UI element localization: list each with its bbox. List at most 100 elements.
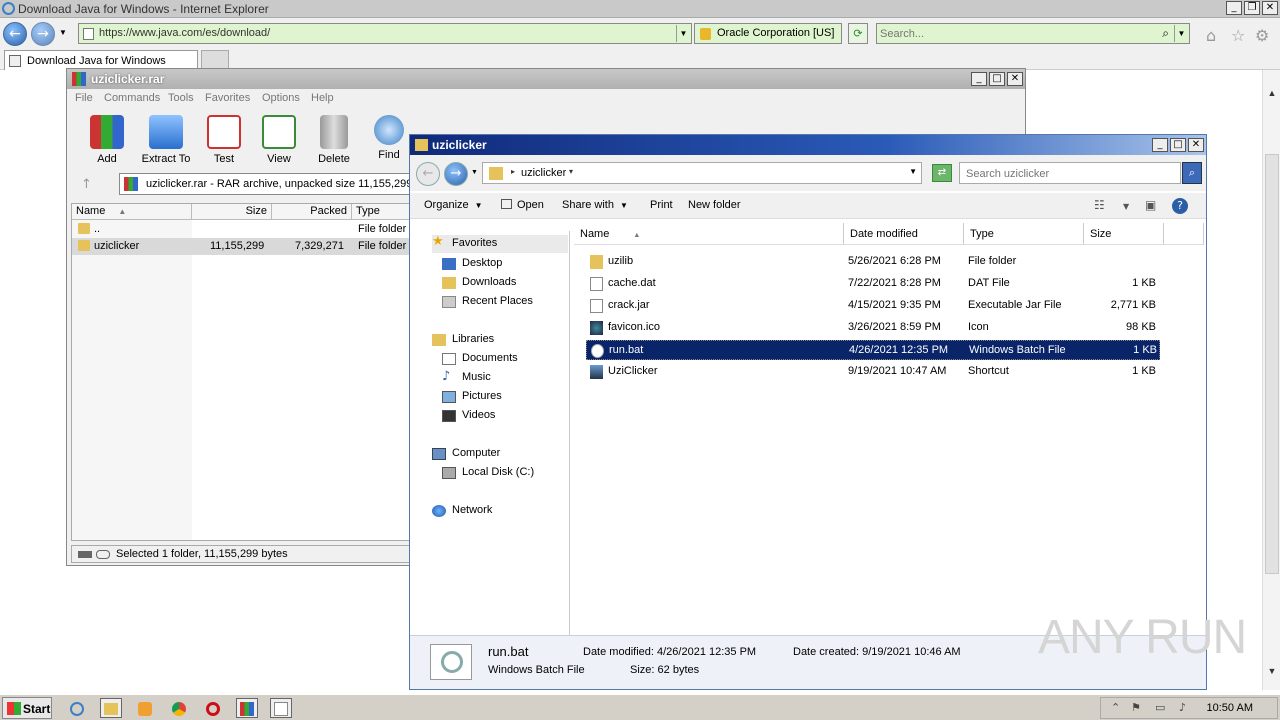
explorer-taskbar-icon[interactable] [100,698,122,718]
minimize-button[interactable]: _ [1226,1,1242,15]
preview-pane-icon[interactable]: ▣ [1145,198,1156,212]
batch-taskbar-icon[interactable] [270,698,292,718]
search-input[interactable] [880,26,1150,41]
close-button[interactable]: ✕ [1262,1,1278,15]
start-button[interactable]: Start [2,697,52,719]
explorer-forward-button[interactable]: → [444,162,468,186]
clock[interactable]: 10:50 AM [1207,702,1253,714]
show-hidden-icons[interactable]: ⌃ [1111,701,1120,714]
winrar-minimize-button[interactable]: _ [971,72,987,86]
list-item[interactable]: cache.dat 7/22/2021 8:28 PM DAT File 1 K… [586,274,1160,294]
col-header-type[interactable]: Type [964,223,1084,245]
opera-taskbar-icon[interactable] [202,698,224,718]
network-tray-icon[interactable]: ▭ [1155,701,1165,714]
start-label: Start [23,702,51,716]
search-icon[interactable]: ⌕ [1162,26,1169,41]
tab-download-java[interactable]: Download Java for Windows [4,50,198,70]
col-header-type[interactable]: Type [352,204,412,220]
security-report[interactable]: Oracle Corporation [US] [694,23,842,44]
col-header-name[interactable]: Name ▲ [574,223,844,245]
volume-icon[interactable]: ♪ [1179,701,1186,714]
videos-icon [442,410,456,422]
menu-file[interactable]: File [75,92,93,104]
test-button[interactable]: Test [194,111,254,165]
favorites-star-icon[interactable]: ☆ [1231,26,1245,45]
winrar-taskbar-icon[interactable] [236,698,258,718]
sidebar-label: Network [452,504,493,516]
col-header-name[interactable]: Name ▲ [72,204,192,220]
winrar-maximize-button[interactable]: □ [989,72,1005,86]
list-item-selected[interactable]: run.bat 4/26/2021 12:35 PM Windows Batch… [586,340,1160,360]
col-header-date-modified[interactable]: Date modified [844,223,964,245]
list-item[interactable]: UziClicker 9/19/2021 10:47 AM Shortcut 1… [586,362,1160,382]
menu-tools[interactable]: Tools [168,92,194,104]
menu-help[interactable]: Help [311,92,334,104]
view-options-icon[interactable]: ☷ [1094,198,1105,212]
col-header-size[interactable]: Size [192,204,272,220]
winrar-close-button[interactable]: ✕ [1007,72,1023,86]
explorer-maximize-button[interactable]: □ [1170,138,1186,152]
winrar-title: uziclicker.rar [91,72,165,86]
address-bar[interactable]: https://www.java.com/es/download/ ▼ [78,23,692,44]
table-row[interactable]: uziclicker 11,155,299 7,329,271 File fol… [72,238,412,255]
list-item[interactable]: favicon.ico 3/26/2021 8:59 PM Icon 98 KB [586,318,1160,338]
list-item[interactable]: uzilib 5/26/2021 6:28 PM File folder [586,252,1160,272]
chevron-down-icon[interactable]: ▾ [569,167,573,176]
col-header-extra[interactable] [1164,223,1204,245]
scroll-thumb[interactable] [1265,154,1279,574]
explorer-address-bar[interactable]: ▸ uziclicker ▾ ▼ [482,162,922,184]
refresh-button[interactable]: ⟳ [848,23,868,44]
share-with-button[interactable]: Share with ▼ [562,199,628,211]
ie-vertical-scrollbar[interactable]: ▲ ▼ [1262,70,1280,690]
menu-favorites[interactable]: Favorites [205,92,250,104]
explorer-close-button[interactable]: ✕ [1188,138,1204,152]
recent-pages-dropdown[interactable]: ▼ [59,28,67,37]
table-row[interactable]: .. File folder [72,221,412,238]
winrar-path-bar[interactable]: uziclicker.rar - RAR archive, unpacked s… [119,173,442,195]
scroll-down-arrow[interactable]: ▼ [1263,666,1280,676]
open-button[interactable]: Open [501,199,544,211]
help-icon[interactable]: ? [1172,198,1188,214]
media-player-taskbar-icon[interactable] [134,698,156,718]
view-button[interactable]: View [249,111,309,165]
delete-button[interactable]: Delete [304,111,364,165]
breadcrumb[interactable]: uziclicker [521,167,566,179]
organize-button[interactable]: Organize ▼ [424,199,483,211]
search-box[interactable]: ⌕ ▼ [876,23,1190,44]
view-dropdown[interactable]: ▼ [1123,202,1129,211]
col-header-size[interactable]: Size [1084,223,1164,245]
back-button[interactable]: ← [3,22,27,46]
print-button[interactable]: Print [650,199,673,211]
ie-taskbar-icon[interactable] [66,698,88,718]
add-button[interactable]: Add [77,111,137,165]
extract-to-button[interactable]: Extract To [136,111,196,165]
address-dropdown[interactable]: ▼ [676,25,690,42]
trash-icon [320,115,348,149]
explorer-back-button[interactable]: ← [416,162,440,186]
menu-commands[interactable]: Commands [104,92,160,104]
new-tab-button[interactable] [201,50,229,70]
maximize-button[interactable]: ❐ [1244,1,1260,15]
home-icon[interactable]: ⌂ [1206,26,1216,45]
col-header-packed[interactable]: Packed [272,204,352,220]
action-center-icon[interactable]: ⚑ [1131,701,1141,714]
search-icon[interactable]: ⌕ [1182,162,1202,184]
up-folder-icon[interactable]: ↑ [81,177,92,192]
chrome-taskbar-icon[interactable] [168,698,190,718]
explorer-minimize-button[interactable]: _ [1152,138,1168,152]
explorer-search-box[interactable] [959,162,1181,184]
gear-icon[interactable]: ⚙ [1255,26,1269,45]
list-item[interactable]: crack.jar 4/15/2021 9:35 PM Executable J… [586,296,1160,316]
menu-options[interactable]: Options [262,92,300,104]
address-dropdown[interactable]: ▼ [909,167,917,176]
forward-button[interactable]: → [31,22,55,46]
open-label: Open [517,199,544,211]
sidebar-item-favorites[interactable]: ★ Favorites [432,234,568,253]
new-folder-button[interactable]: New folder [688,199,741,211]
recent-locations-dropdown[interactable]: ▼ [471,169,478,176]
explorer-search-input[interactable] [966,166,1166,181]
explorer-refresh-button[interactable]: ⇄ [932,164,952,182]
modified-label: Date modified: [583,646,654,658]
search-dropdown[interactable]: ▼ [1174,25,1188,42]
scroll-up-arrow[interactable]: ▲ [1263,88,1280,98]
